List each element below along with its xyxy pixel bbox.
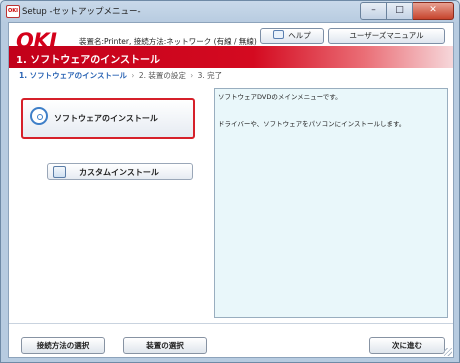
step-banner: 1. ソフトウェアのインストール xyxy=(9,46,453,68)
footer-divider xyxy=(9,323,453,324)
breadcrumb-separator: › xyxy=(190,71,194,80)
window-controls: – □ ✕ xyxy=(360,2,454,20)
user-manual-button[interactable]: ユーザーズマニュアル xyxy=(328,28,445,44)
help-icon xyxy=(273,30,285,39)
description-panel: ソフトウェアDVDのメインメニューです。 ドライバーや、ソフトウェアをパソコンに… xyxy=(214,88,448,318)
disc-icon xyxy=(30,107,48,125)
description-line: ソフトウェアDVDのメインメニューです。 xyxy=(218,93,342,101)
next-button[interactable]: 次に進む xyxy=(369,337,445,354)
custom-install-icon xyxy=(53,166,66,178)
breadcrumb-step-install: 1. ソフトウェアのインストール xyxy=(19,71,128,80)
breadcrumb: 1. ソフトウェアのインストール › 2. 装置の設定 › 3. 完了 xyxy=(19,70,222,81)
title-bar[interactable]: OKI Setup -セットアップメニュー- – □ ✕ xyxy=(1,1,459,21)
description-line: ドライバーや、ソフトウェアをパソコンにインストールします。 xyxy=(218,120,406,128)
select-connection-button[interactable]: 接続方法の選択 xyxy=(21,337,105,354)
custom-install-label: カスタムインストール xyxy=(79,168,159,177)
client-area: OKI 装置名:Printer, 接続方法:ネットワーク (有線 / 無線) ヘ… xyxy=(8,22,454,358)
app-icon: OKI xyxy=(6,5,20,18)
help-button[interactable]: ヘルプ xyxy=(260,28,324,44)
window-title: Setup -セットアップメニュー- xyxy=(22,7,141,17)
custom-install-button[interactable]: カスタムインストール xyxy=(47,163,193,180)
help-label: ヘルプ xyxy=(288,31,311,40)
maximize-button[interactable]: □ xyxy=(387,2,413,20)
user-manual-label: ユーザーズマニュアル xyxy=(349,31,424,40)
breadcrumb-step-settings: 2. 装置の設定 xyxy=(138,71,186,80)
setup-window: OKI Setup -セットアップメニュー- – □ ✕ OKI 装置名:Pri… xyxy=(0,0,460,363)
breadcrumb-step-complete: 3. 完了 xyxy=(197,71,223,80)
resize-grip[interactable] xyxy=(444,348,452,356)
software-install-button[interactable]: ソフトウェアのインストール xyxy=(21,98,195,139)
software-install-label: ソフトウェアのインストール xyxy=(54,114,158,123)
page-title: 1. ソフトウェアのインストール xyxy=(16,55,161,66)
close-button[interactable]: ✕ xyxy=(413,2,454,20)
select-device-button[interactable]: 装置の選択 xyxy=(123,337,207,354)
breadcrumb-separator: › xyxy=(131,71,135,80)
minimize-button[interactable]: – xyxy=(360,2,387,20)
